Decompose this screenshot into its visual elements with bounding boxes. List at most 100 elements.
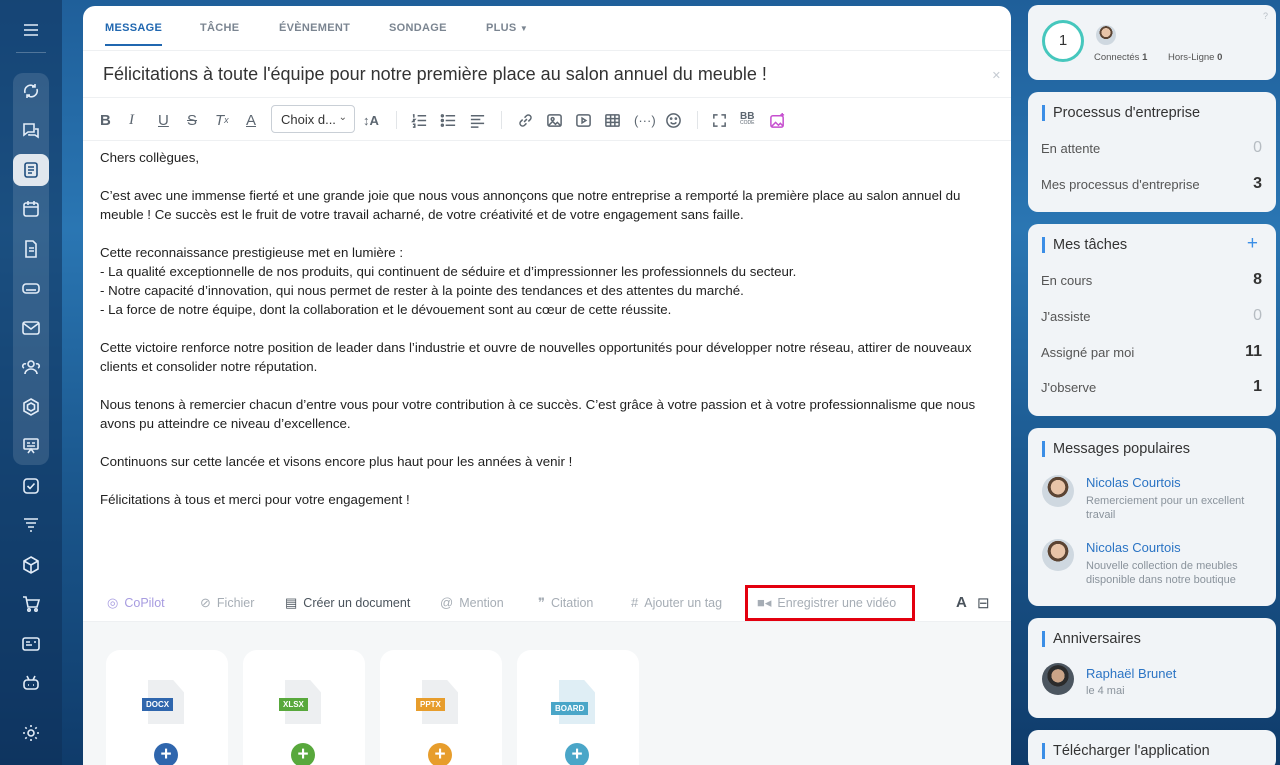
clear-format-icon[interactable]: Tx xyxy=(215,110,229,130)
popular-author[interactable]: Nicolas Courtois xyxy=(1086,475,1181,490)
birthdays-title: Anniversaires xyxy=(1042,631,1141,647)
avatar[interactable] xyxy=(1042,475,1074,507)
row-label: Assigné par moi xyxy=(1041,344,1135,360)
row-count: 1 xyxy=(1253,378,1262,395)
panel-toggle-icon[interactable]: ⊟ xyxy=(977,594,990,612)
chat-icon[interactable] xyxy=(13,114,49,146)
task-row-observing[interactable]: J'observe 1 xyxy=(1041,377,1262,397)
popular-author[interactable]: Nicolas Courtois xyxy=(1086,540,1181,555)
row-count: 0 xyxy=(1253,307,1262,324)
create-docx-card[interactable]: DOCX + xyxy=(106,650,228,765)
connected-count: 1 xyxy=(1142,52,1148,63)
post-editor: MESSAGE TÂCHE ÉVÈNEMENT SONDAGE PLUS ▼ ✕… xyxy=(83,6,1011,765)
plus-icon: + xyxy=(154,743,178,765)
popular-text[interactable]: Remerciement pour un excellent travail xyxy=(1086,494,1261,522)
image-icon[interactable] xyxy=(546,110,563,130)
document-icon[interactable] xyxy=(13,233,49,265)
id-card-icon[interactable] xyxy=(13,628,49,660)
create-pptx-card[interactable]: PPTX + xyxy=(380,650,502,765)
tab-event[interactable]: ÉVÈNEMENT xyxy=(279,22,350,34)
quote-button[interactable]: ❞ Citation xyxy=(538,595,593,611)
bold-icon[interactable]: B xyxy=(100,110,111,130)
bullet-list-icon[interactable] xyxy=(440,110,457,130)
group-icon[interactable] xyxy=(13,351,49,383)
copilot-button[interactable]: ◎ CoPilot xyxy=(107,595,165,611)
feed-icon[interactable] xyxy=(13,154,49,186)
avatar[interactable] xyxy=(1096,25,1116,45)
tab-message[interactable]: MESSAGE xyxy=(105,22,163,46)
align-icon[interactable] xyxy=(469,110,486,130)
plus-icon: + xyxy=(291,743,315,765)
drive-icon[interactable] xyxy=(13,272,49,304)
close-icon[interactable]: ✕ xyxy=(992,69,1001,82)
activity-icon[interactable] xyxy=(13,75,49,107)
tab-task[interactable]: TÂCHE xyxy=(200,22,239,34)
calendar-icon[interactable] xyxy=(13,193,49,225)
bbcode-icon[interactable]: BB CODE xyxy=(740,110,754,130)
process-row-mine[interactable]: Mes processus d'entreprise 3 xyxy=(1041,174,1262,194)
numbered-list-icon[interactable] xyxy=(411,110,428,130)
tab-more[interactable]: PLUS ▼ xyxy=(486,22,528,34)
italic-icon[interactable]: I xyxy=(129,110,134,130)
mail-icon[interactable] xyxy=(13,312,49,344)
font-toggle-icon[interactable]: A xyxy=(956,594,967,611)
task-row-assigned[interactable]: Assigné par moi 11 xyxy=(1041,342,1262,362)
online-counter[interactable]: 1 xyxy=(1042,20,1084,62)
quote-icon: ❞ xyxy=(538,595,545,610)
text-color-icon[interactable]: A xyxy=(246,110,256,130)
popular-text[interactable]: Nouvelle collection de meubles disponibl… xyxy=(1086,559,1261,587)
table-icon[interactable] xyxy=(604,110,621,130)
menu-icon[interactable] xyxy=(13,14,49,46)
help-icon[interactable]: ? xyxy=(1263,11,1268,21)
avatar[interactable] xyxy=(1042,539,1074,571)
fullscreen-icon[interactable] xyxy=(711,110,728,130)
title-input[interactable] xyxy=(103,64,963,85)
file-button[interactable]: ⊘ Fichier xyxy=(200,595,254,611)
funnel-icon[interactable] xyxy=(13,509,49,541)
emoji-icon[interactable] xyxy=(665,110,682,130)
processes-title: Processus d'entreprise xyxy=(1042,105,1200,121)
birthday-date: le 4 mai xyxy=(1086,685,1125,697)
create-board-card[interactable]: BOARD + xyxy=(517,650,639,765)
video-icon[interactable] xyxy=(575,110,592,130)
paragraph-list: Cette reconnaissance prestigieuse met en… xyxy=(100,243,1005,319)
robot-icon[interactable] xyxy=(13,667,49,699)
docx-label: DOCX xyxy=(142,698,174,711)
tab-more-label: PLUS xyxy=(486,22,517,34)
checkbox-icon[interactable] xyxy=(13,470,49,502)
create-document-button[interactable]: ▤ Créer un document xyxy=(285,595,410,611)
ai-image-icon[interactable] xyxy=(769,110,786,130)
task-row-in-progress[interactable]: En cours 8 xyxy=(1041,270,1262,290)
link-icon[interactable] xyxy=(517,110,534,130)
toolbar-divider xyxy=(501,111,502,129)
task-row-assisting[interactable]: J'assiste 0 xyxy=(1041,306,1262,326)
presentation-icon[interactable] xyxy=(13,430,49,462)
highlight-frame xyxy=(745,585,915,621)
strikethrough-icon[interactable]: S xyxy=(187,110,197,130)
hexagon-icon[interactable] xyxy=(13,391,49,423)
font-size-icon[interactable]: ↕A xyxy=(363,110,379,130)
add-tag-button[interactable]: # Ajouter un tag xyxy=(631,595,722,610)
mention-button[interactable]: @ Mention xyxy=(440,595,504,610)
process-row-pending[interactable]: En attente 0 xyxy=(1041,138,1262,158)
caret-down-icon: ▼ xyxy=(519,24,529,33)
code-icon[interactable]: (···) xyxy=(634,110,656,130)
title-row: ✕ xyxy=(83,50,1011,98)
settings-icon[interactable] xyxy=(13,717,49,749)
avatar[interactable] xyxy=(1042,663,1074,695)
box-icon[interactable] xyxy=(13,549,49,581)
message-body[interactable]: Chers collègues, C’est avec une immense … xyxy=(100,148,1005,528)
cart-icon[interactable] xyxy=(13,588,49,620)
font-select[interactable]: Choix d... ⌄ xyxy=(271,105,355,133)
add-task-button[interactable]: + xyxy=(1247,233,1258,255)
birthdays-panel: Anniversaires Raphaël Brunet le 4 mai xyxy=(1028,618,1276,718)
bbcode-label: BB xyxy=(740,111,755,122)
app-download-panel[interactable]: Télécharger l'application xyxy=(1028,730,1276,765)
paragraph: C’est avec une immense fierté et une gra… xyxy=(100,188,961,222)
underline-icon[interactable]: U xyxy=(158,110,169,130)
create-document-label: Créer un document xyxy=(303,596,411,610)
birthday-person[interactable]: Raphaël Brunet xyxy=(1086,666,1176,681)
font-select-value: Choix d... xyxy=(281,111,336,127)
tab-poll[interactable]: SONDAGE xyxy=(389,22,447,34)
create-xlsx-card[interactable]: XLSX + xyxy=(243,650,365,765)
